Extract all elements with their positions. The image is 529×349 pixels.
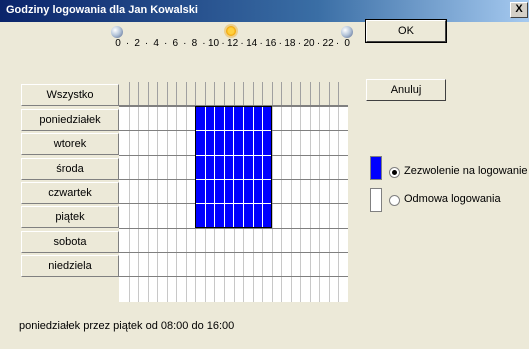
hour-column-button (223, 82, 225, 105)
grid-row-line (119, 276, 348, 278)
grid-column-line (309, 82, 311, 302)
grid-column-line (290, 82, 292, 302)
grid-column-line (128, 82, 130, 302)
hour-scale: 0 · 2 · 4 · 6 · 8 · 10 · 12 · 14 · 16 · 18 · 20 · 22 · 0 (112, 38, 356, 52)
hour-column-button (166, 82, 168, 105)
selected-cell-line (223, 107, 225, 227)
hour-column-header[interactable] (119, 82, 348, 106)
moon-icon (341, 26, 353, 38)
title-bar: Godziny logowania dla Jan Kowalski X (0, 0, 529, 22)
selected-cell-line (214, 107, 216, 227)
sun-icon (226, 26, 236, 36)
hour-column-button (338, 82, 340, 105)
selected-cell-line (262, 107, 264, 227)
grid-row-line (119, 227, 348, 229)
grid-column-line (300, 82, 302, 302)
day-button[interactable]: środa (21, 157, 119, 180)
selected-row-line (196, 178, 271, 180)
hour-column-button (300, 82, 302, 105)
close-button[interactable]: X (510, 2, 528, 18)
hour-column-button (138, 82, 140, 105)
selected-cell-line (252, 107, 254, 227)
grid-column-line (166, 82, 168, 302)
window-title: Godziny logowania dla Jan Kowalski (6, 4, 198, 16)
day-button[interactable]: sobota (21, 230, 119, 253)
hour-label: 0 (344, 38, 350, 49)
allow-logon-radio[interactable] (389, 167, 400, 178)
hour-column-button (195, 82, 197, 105)
deny-logon-label: Odmowa logowania (404, 193, 501, 205)
allow-color-swatch (370, 156, 382, 180)
hour-column-button (281, 82, 283, 105)
day-button[interactable]: wtorek (21, 133, 119, 156)
hour-column-button (185, 82, 187, 105)
day-button[interactable]: czwartek (21, 181, 119, 204)
grid-column-line (319, 82, 321, 302)
selected-row-line (196, 154, 271, 156)
grid-column-line (176, 82, 178, 302)
ok-button[interactable]: OK (365, 19, 447, 43)
grid-column-line (157, 82, 159, 302)
grid-column-line (281, 82, 283, 302)
cancel-button[interactable]: Anuluj (366, 79, 446, 101)
hour-column-button (252, 82, 254, 105)
day-button[interactable]: piątek (21, 206, 119, 229)
grid-column-line (338, 82, 340, 302)
select-all-button[interactable]: Wszystko (21, 84, 119, 106)
moon-icon (111, 26, 123, 38)
hour-column-button (176, 82, 178, 105)
hour-column-button (262, 82, 264, 105)
hour-column-button (271, 82, 273, 105)
hour-column-button (290, 82, 292, 105)
grid-column-line (147, 82, 149, 302)
grid-row-line (119, 251, 348, 253)
selected-cell-line (204, 107, 206, 227)
selected-cell-line (243, 107, 245, 227)
hour-column-button (328, 82, 330, 105)
day-button[interactable]: poniedziałek (21, 109, 119, 131)
hour-column-button (128, 82, 130, 105)
deny-color-swatch (370, 188, 382, 212)
grid-column-line (271, 82, 273, 302)
hour-column-button (233, 82, 235, 105)
selected-cell-line (233, 107, 235, 227)
grid-column-line (328, 82, 330, 302)
grid-column-line (138, 82, 140, 302)
hour-column-button (214, 82, 216, 105)
day-button[interactable]: niedziela (21, 254, 119, 277)
hour-column-button (147, 82, 149, 105)
selected-hours-block[interactable] (195, 106, 272, 228)
selected-row-line (196, 203, 271, 205)
grid-column-line (185, 82, 187, 302)
hour-column-button (243, 82, 245, 105)
deny-logon-radio[interactable] (389, 195, 400, 206)
hour-column-button (157, 82, 159, 105)
hour-column-button (319, 82, 321, 105)
allow-logon-label: Zezwolenie na logowanie (404, 165, 528, 177)
hour-column-button (204, 82, 206, 105)
selected-row-line (196, 130, 271, 132)
hour-column-button (309, 82, 311, 105)
selection-summary: poniedziałek przez piątek od 08:00 do 16… (19, 320, 235, 332)
